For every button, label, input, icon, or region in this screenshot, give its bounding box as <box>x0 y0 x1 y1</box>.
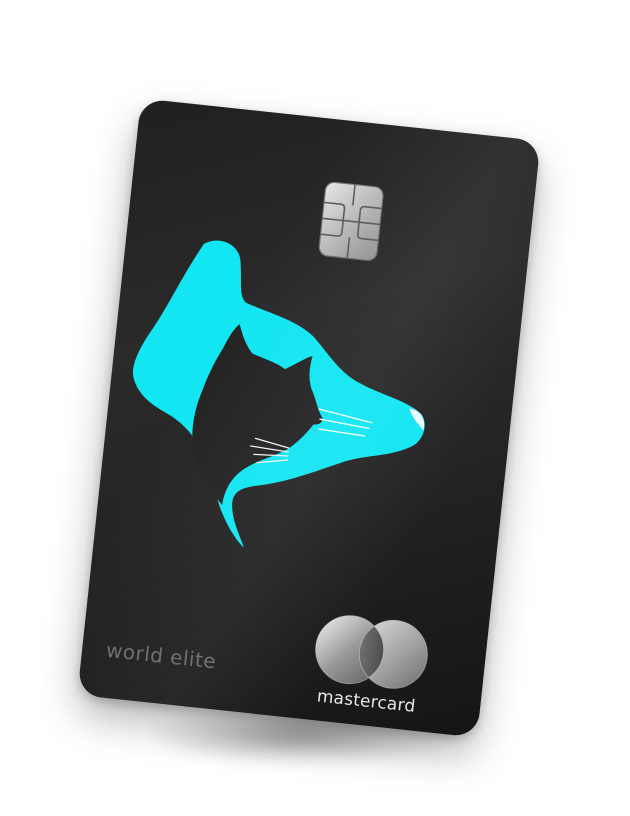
credit-card: mastercard world elite <box>77 98 541 738</box>
card-tier-label: world elite <box>104 637 218 674</box>
dog-and-cat-silhouette-icon <box>132 240 425 548</box>
product-image: mastercard world elite <box>0 0 630 816</box>
